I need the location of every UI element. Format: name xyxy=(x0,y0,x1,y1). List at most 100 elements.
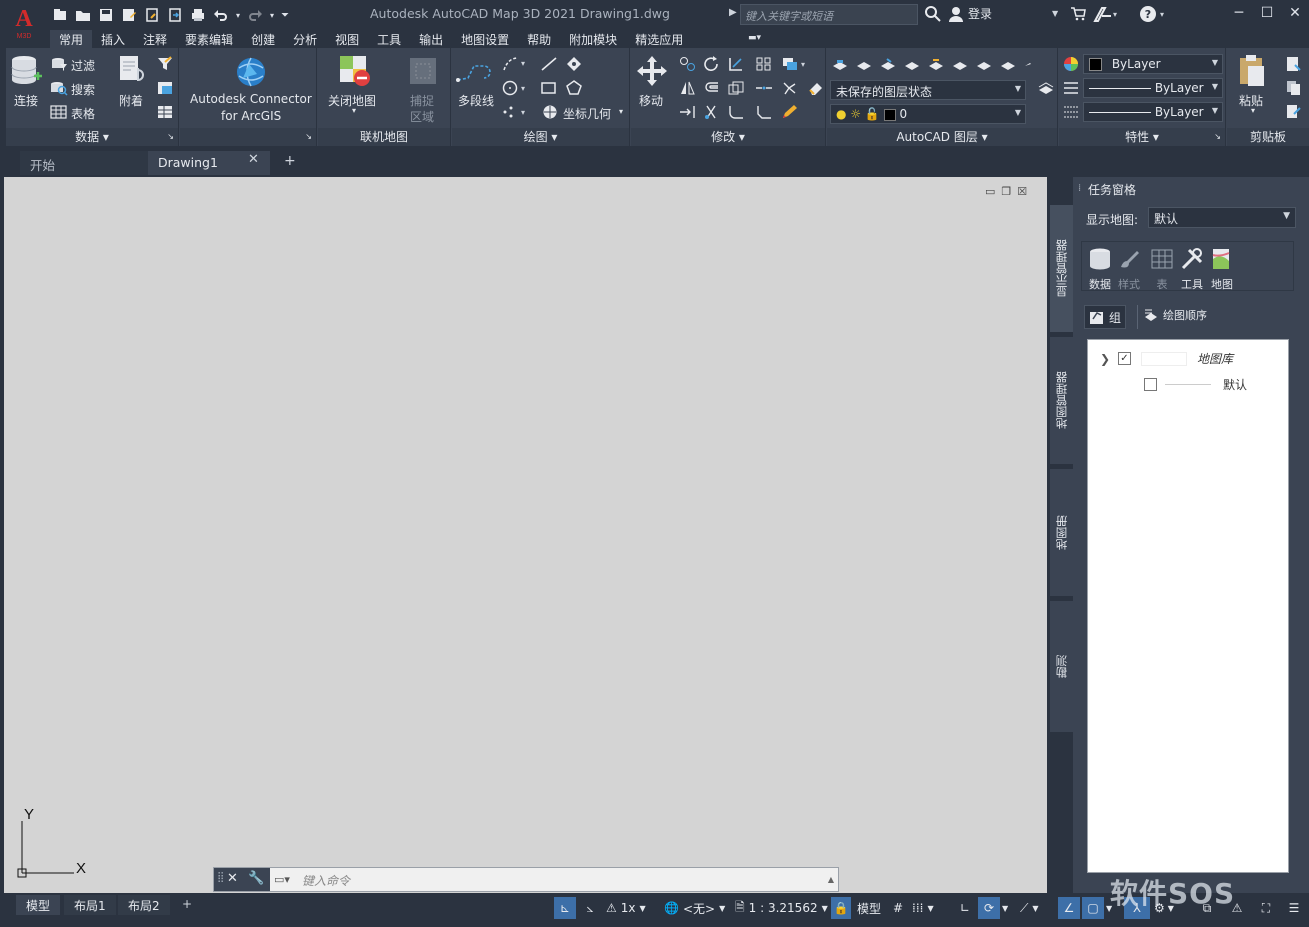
cut-icon[interactable] xyxy=(1285,56,1303,75)
side-tab-map-explorer[interactable]: 地图管理器 xyxy=(1050,337,1073,465)
capture-label-line2[interactable]: 区域 xyxy=(410,108,434,125)
snap-mode-icon[interactable]: ⁞⁞⁞ ▼ xyxy=(912,897,948,919)
dm-data-button[interactable]: 数据 xyxy=(1086,247,1114,292)
viewport-restore-icon[interactable]: ❐ xyxy=(1001,185,1011,198)
login-dropdown-icon[interactable]: ▼ xyxy=(1052,9,1058,18)
arc-icon[interactable]: ▾ xyxy=(502,56,528,75)
dm-tools-button[interactable]: 工具 xyxy=(1178,247,1206,292)
join-icon[interactable] xyxy=(755,80,773,99)
dm-style-button[interactable]: 样式 xyxy=(1115,247,1143,292)
paste-dropdown-icon[interactable]: ▾ xyxy=(1251,106,1255,115)
clean-screen-icon[interactable]: ⛶ xyxy=(1255,897,1277,919)
side-tab-map-book[interactable]: 地图册 xyxy=(1050,469,1073,597)
minimize-icon[interactable]: ─ xyxy=(1230,4,1248,22)
fillet-icon[interactable] xyxy=(727,104,745,123)
new-file-icon[interactable] xyxy=(50,5,70,25)
move-label[interactable]: 移动 xyxy=(639,92,663,109)
ribbon-tab-feature-edit[interactable]: 要素编辑 xyxy=(176,30,242,48)
new-tab-icon[interactable]: + xyxy=(284,153,296,169)
undo-icon[interactable] xyxy=(211,5,231,25)
arcgis-globe-icon[interactable] xyxy=(235,56,267,91)
trim-icon[interactable] xyxy=(727,56,745,75)
linetype-icon[interactable] xyxy=(1063,80,1079,99)
layer-combo[interactable]: ● ☼ 🔓 0 ▼ xyxy=(830,104,1026,124)
ortho-icon[interactable]: ⊾ xyxy=(554,897,576,919)
add-layout-icon[interactable]: + xyxy=(172,895,202,915)
drawing-canvas[interactable] xyxy=(4,177,1047,893)
query-filter-icon[interactable] xyxy=(156,56,174,75)
rotate-icon[interactable] xyxy=(703,56,721,75)
polyline-label[interactable]: 多段线 xyxy=(458,92,494,109)
infer-constraints-icon[interactable]: ∟ xyxy=(954,897,976,919)
application-menu-button[interactable]: A M3D xyxy=(8,4,40,40)
polygon-icon[interactable] xyxy=(566,80,584,99)
lock-icon[interactable]: 🔒 xyxy=(831,897,851,919)
circle-icon[interactable]: ▾ xyxy=(502,80,528,99)
lineweight-icon[interactable] xyxy=(1063,104,1079,123)
multipoint-icon[interactable]: ▾ xyxy=(502,104,528,123)
autodesk-app-store-icon[interactable]: ▾ xyxy=(1093,5,1117,26)
ribbon-tab-addins[interactable]: 附加模块 xyxy=(560,30,626,48)
tree-checkbox-map-library[interactable]: ✓ xyxy=(1118,352,1131,365)
mirror-icon[interactable] xyxy=(679,80,697,99)
search-label[interactable]: 搜索 xyxy=(71,81,95,98)
open-web-icon[interactable] xyxy=(142,5,162,25)
edit-pencil-icon[interactable] xyxy=(781,104,799,123)
ribbon-tab-output[interactable]: 输出 xyxy=(410,30,452,48)
login-button[interactable]: 登录 xyxy=(948,5,992,22)
model-space-button[interactable]: 模型 xyxy=(857,897,881,919)
attach-icon[interactable] xyxy=(118,54,146,91)
ribbon-tab-annotate[interactable]: 注释 xyxy=(134,30,176,48)
help-icon[interactable]: ? ▾ xyxy=(1139,5,1167,26)
connect-database-icon[interactable] xyxy=(10,54,42,91)
redo-icon[interactable] xyxy=(245,5,265,25)
linetype-combo[interactable]: ByLayer ▼ xyxy=(1083,78,1223,98)
ribbon-tab-create[interactable]: 创建 xyxy=(242,30,284,48)
command-line-customize-icon[interactable]: 🔧 xyxy=(248,871,264,886)
rectangle-icon[interactable] xyxy=(540,80,558,99)
ribbon-tab-insert[interactable]: 插入 xyxy=(92,30,134,48)
point-icon[interactable] xyxy=(566,56,584,75)
ribbon-tab-analyze[interactable]: 分析 xyxy=(284,30,326,48)
match-properties-icon[interactable] xyxy=(1285,104,1303,123)
save-web-icon[interactable] xyxy=(165,5,185,25)
annotation-scale-button[interactable]: ⚠ 1x ▼ xyxy=(606,897,646,919)
layers-panel-title[interactable]: AutoCAD 图层 ▾ xyxy=(827,128,1057,146)
object-snap-icon[interactable]: ▢ xyxy=(1082,897,1104,919)
coordinate-geometry-icon[interactable] xyxy=(542,104,560,123)
ribbon-tab-map-setup[interactable]: 地图设置 xyxy=(452,30,518,48)
ribbon-tab-view[interactable]: 视图 xyxy=(326,30,368,48)
properties-panel-title[interactable]: 特性 ▾ ↘ xyxy=(1059,128,1225,146)
data-edit-icon[interactable] xyxy=(156,80,174,99)
ribbon-tab-featured-apps[interactable]: 精选应用 xyxy=(626,30,692,48)
search-icon[interactable] xyxy=(924,5,942,26)
close-map-dropdown-icon[interactable]: ▾ xyxy=(352,106,356,115)
recent-commands-icon[interactable]: ▭▾ xyxy=(274,873,290,886)
search-input[interactable]: 键入关键字或短语 xyxy=(740,4,918,25)
dynamic-ucs-icon[interactable]: ⦣ xyxy=(579,897,601,919)
draw-order-button[interactable]: 绘图顺序 xyxy=(1143,307,1207,323)
viewport-close-icon[interactable]: ☒ xyxy=(1017,185,1027,198)
coordinate-geometry-dropdown-icon[interactable]: ▾ xyxy=(619,107,623,116)
tree-checkbox-default[interactable] xyxy=(1144,378,1157,391)
object-snap-tracking-icon[interactable]: ∠ xyxy=(1058,897,1080,919)
coordinate-system-button[interactable]: 🌐 <无> ▼ xyxy=(664,897,725,919)
command-input[interactable]: 键入命令 xyxy=(302,872,350,889)
explode-icon[interactable] xyxy=(781,80,799,99)
offset-icon[interactable] xyxy=(703,80,721,99)
search-data-icon[interactable] xyxy=(50,80,68,99)
isometric-icon[interactable]: ⟋ ▼ xyxy=(1020,897,1048,919)
copy-objects-icon[interactable] xyxy=(679,56,697,75)
ribbon-tab-home[interactable]: 常用 xyxy=(50,30,93,48)
lineweight-combo[interactable]: ByLayer ▼ xyxy=(1083,102,1223,122)
layer-state-combo[interactable]: 未保存的图层状态 ▼ xyxy=(830,80,1026,100)
filter-label[interactable]: 过滤 xyxy=(71,57,95,74)
command-line-grip-icon[interactable]: ⣿ xyxy=(217,872,224,883)
command-line-close-icon[interactable]: ✕ xyxy=(227,871,238,886)
capture-label-line1[interactable]: 捕捉 xyxy=(410,92,434,109)
side-tab-display-manager[interactable]: 显示管理器 xyxy=(1050,205,1073,333)
connect-label[interactable]: 连接 xyxy=(14,92,38,109)
data-table-edit-icon[interactable] xyxy=(156,104,174,123)
save-icon[interactable] xyxy=(96,5,116,25)
maximize-icon[interactable]: ☐ xyxy=(1258,4,1276,22)
